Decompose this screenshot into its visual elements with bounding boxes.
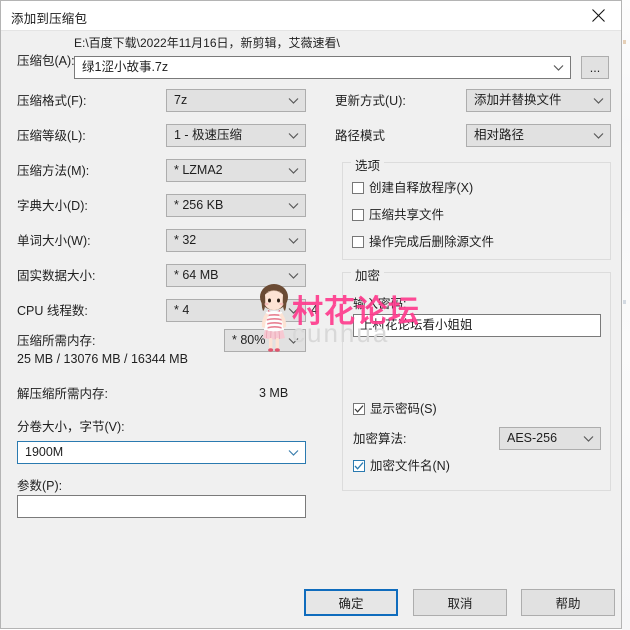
ok-button[interactable]: 确定 — [304, 589, 398, 616]
word-size-label: 单词大小(W): — [17, 234, 91, 248]
chevron-down-icon — [593, 90, 604, 111]
solid-block-combo[interactable]: * 64 MB — [166, 264, 306, 287]
chevron-down-icon — [288, 300, 299, 321]
options-group-title: 选项 — [351, 155, 385, 174]
chevron-down-icon — [288, 125, 299, 146]
chevron-down-icon — [288, 330, 299, 351]
update-mode-label: 更新方式(U): — [335, 94, 406, 108]
checkbox-delete-after[interactable]: 操作完成后删除源文件 — [352, 235, 494, 249]
checkbox-encrypt-filenames[interactable]: 加密文件名(N) — [353, 459, 450, 473]
cancel-button[interactable]: 取消 — [413, 589, 507, 616]
update-mode-combo[interactable]: 添加并替换文件 — [466, 89, 611, 112]
format-combo[interactable]: 7z — [166, 89, 306, 112]
memory-compress-value: 25 MB / 13076 MB / 16344 MB — [17, 352, 188, 366]
memory-decompress-value: 3 MB — [259, 386, 289, 400]
volume-size-label: 分卷大小，字节(V): — [17, 420, 125, 434]
checkbox-label: 操作完成后删除源文件 — [369, 235, 495, 249]
window-title: 添加到压缩包 — [11, 12, 88, 26]
parameters-input[interactable] — [17, 495, 306, 518]
chevron-down-icon — [593, 125, 604, 146]
checkbox-box — [353, 403, 365, 415]
chevron-down-icon — [288, 265, 299, 286]
checkbox-box — [353, 460, 365, 472]
password-input[interactable]: 上村花论坛看小姐姐 — [353, 314, 601, 337]
dialog-body: 压缩包(A): E:\百度下载\2022年11月16日，新剪辑，艾薇速看\ 绿1… — [1, 31, 621, 628]
help-button[interactable]: 帮助 — [521, 589, 615, 616]
checkbox-show-password[interactable]: 显示密码(S) — [353, 402, 437, 416]
checkbox-compress-shared[interactable]: 压缩共享文件 — [352, 208, 444, 222]
checkbox-box — [352, 209, 364, 221]
cpu-threads-label: CPU 线程数: — [17, 304, 88, 318]
close-icon[interactable] — [576, 1, 621, 30]
path-mode-combo[interactable]: 相对路径 — [466, 124, 611, 147]
checkbox-box — [352, 182, 364, 194]
checkbox-label: 压缩共享文件 — [369, 208, 445, 222]
browse-button[interactable]: ... — [581, 56, 609, 79]
method-label: 压缩方法(M): — [17, 164, 90, 178]
archive-path-text: E:\百度下载\2022年11月16日，新剪辑，艾薇速看\ — [74, 36, 340, 50]
memory-compress-label: 压缩所需内存: — [17, 334, 96, 348]
encryption-algorithm-label: 加密算法: — [353, 432, 407, 446]
archive-label: 压缩包(A): — [17, 54, 75, 68]
memory-percent-combo[interactable]: * 80% — [224, 329, 306, 352]
level-combo[interactable]: 1 - 极速压缩 — [166, 124, 306, 147]
checkbox-label: 显示密码(S) — [370, 402, 437, 416]
screen: 添加到压缩包 压缩包(A): E:\百度下载\2022年11月16日，新剪辑，艾… — [0, 0, 630, 630]
format-label: 压缩格式(F): — [17, 94, 87, 108]
encryption-algorithm-combo[interactable]: AES-256 — [499, 427, 601, 450]
chevron-down-icon — [288, 195, 299, 216]
checkbox-create-sfx[interactable]: 创建自释放程序(X) — [352, 181, 473, 195]
checkbox-label: 创建自释放程序(X) — [369, 181, 474, 195]
chevron-down-icon — [288, 90, 299, 111]
cpu-threads-total: 4 — [311, 303, 318, 317]
word-size-combo[interactable]: * 32 — [166, 229, 306, 252]
chevron-down-icon — [583, 428, 594, 449]
memory-decompress-label: 解压缩所需内存: — [17, 387, 108, 401]
dictionary-label: 字典大小(D): — [17, 199, 88, 213]
archive-name-combo[interactable]: 绿1涩小故事.7z — [74, 56, 571, 79]
method-combo[interactable]: * LZMA2 — [166, 159, 306, 182]
password-label: 输入密码: — [353, 297, 407, 311]
add-to-archive-dialog: 添加到压缩包 压缩包(A): E:\百度下载\2022年11月16日，新剪辑，艾… — [0, 0, 622, 629]
chevron-down-icon — [288, 230, 299, 251]
desktop-background-strip — [622, 0, 630, 630]
parameters-label: 参数(P): — [17, 479, 63, 493]
path-mode-label: 路径模式 — [335, 129, 386, 143]
checkbox-label: 加密文件名(N) — [370, 459, 450, 473]
chevron-down-icon — [288, 442, 299, 463]
chevron-down-icon — [553, 57, 564, 78]
encryption-group-title: 加密 — [351, 265, 385, 284]
chevron-down-icon — [288, 160, 299, 181]
solid-block-label: 固实数据大小: — [17, 269, 96, 283]
level-label: 压缩等级(L): — [17, 129, 86, 143]
title-bar: 添加到压缩包 — [1, 1, 621, 31]
volume-size-combo[interactable]: 1900M — [17, 441, 306, 464]
cpu-threads-combo[interactable]: * 4 — [166, 299, 306, 322]
checkbox-box — [352, 236, 364, 248]
dictionary-combo[interactable]: * 256 KB — [166, 194, 306, 217]
